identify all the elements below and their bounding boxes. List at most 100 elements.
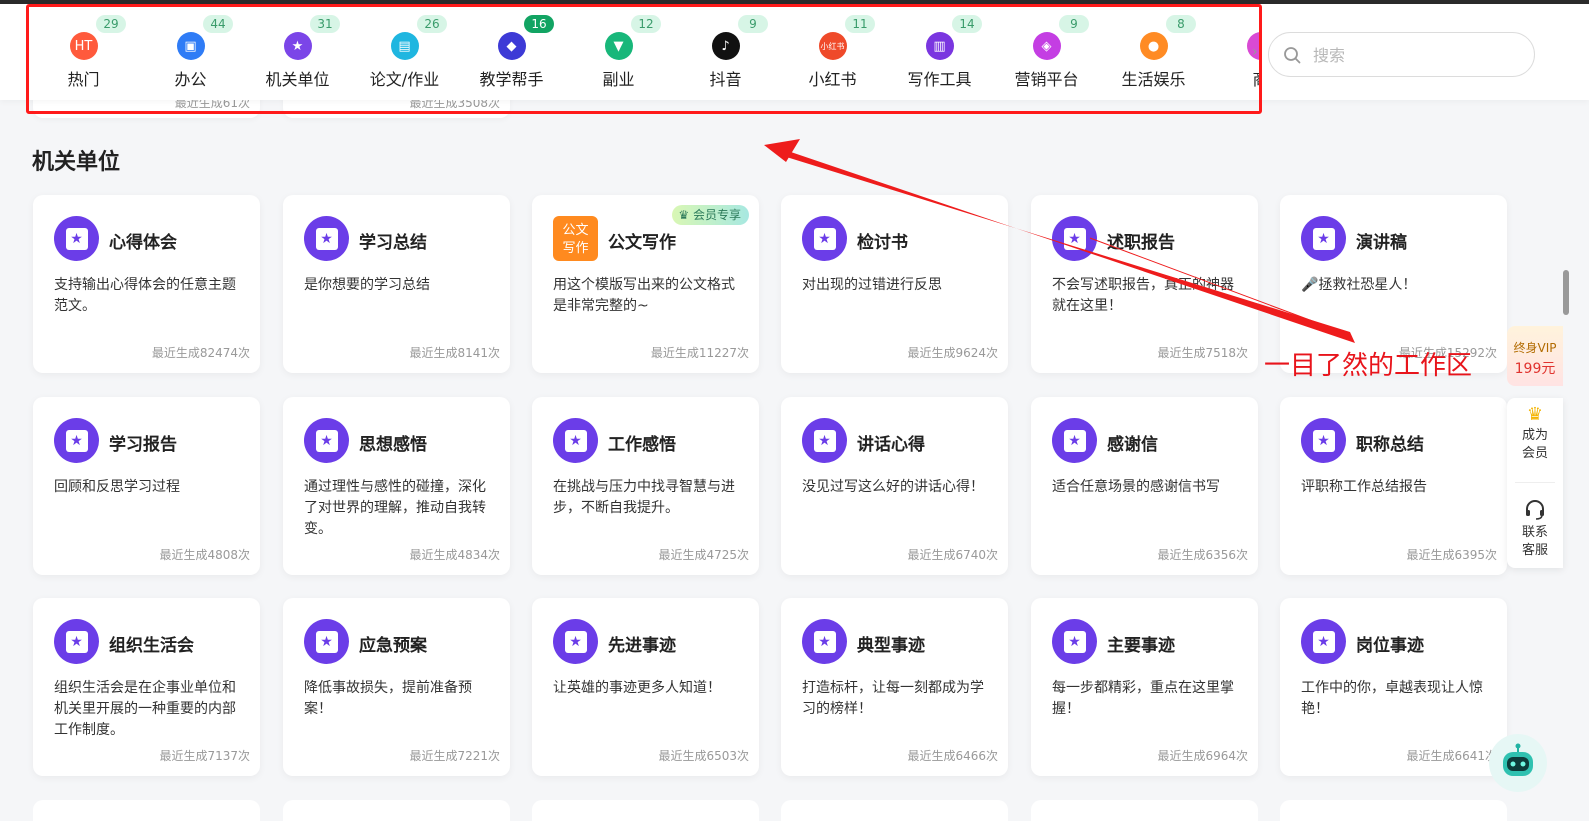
lifetime-vip-promo[interactable]: 终身VIP 199元 — [1507, 326, 1563, 386]
category-tab[interactable]: 16 ◆ 教学帮手 — [458, 8, 565, 100]
card-usage-count: 最近生成9624次 — [907, 346, 998, 360]
card-description: 不会写述职报告，真正的神器就在这里！ — [1052, 277, 1234, 314]
become-member-button[interactable]: ♛ 成为 会员 — [1507, 404, 1563, 463]
template-card[interactable]: ★ 讲话心得 没见过写这么好的讲话心得！ 最近生成6740次 — [781, 397, 1008, 575]
card-usage-count: 最近生成7221次 — [409, 749, 500, 763]
template-card[interactable]: ★ 检讨书 对出现的过错进行反思 最近生成9624次 — [781, 195, 1008, 373]
template-card[interactable]: 公文写作 公文写作 用这个模版写出来的公文格式是非常完整的~ 最近生成11227次 ♛ … — [532, 195, 759, 373]
template-card[interactable]: ★ 职称总结 评职称工作总结报告 最近生成6395次 — [1280, 397, 1507, 575]
card-description: 在挑战与压力中找寻智慧与进步，不断自我提升。 — [553, 479, 735, 516]
category-label: 教学帮手 — [479, 70, 544, 89]
category-count-badge: 12 — [631, 15, 661, 33]
paper-icon: ▤ — [390, 32, 419, 60]
star-badge-icon: ★ — [283, 32, 312, 60]
card-title: 先进事迹 — [608, 636, 676, 656]
card-usage-count: 最近生成8141次 — [409, 346, 500, 360]
star-badge-icon: ★ — [802, 216, 847, 261]
category-label: 热门 — [67, 70, 100, 89]
headset-icon — [1526, 500, 1544, 520]
robot-icon — [1503, 743, 1533, 776]
category-label: 小红书 — [808, 70, 857, 89]
category-count-badge: 29 — [96, 15, 126, 33]
template-card[interactable]: ★ 学习总结 是你想要的学习总结 最近生成8141次 — [283, 195, 510, 373]
category-count-badge: 26 — [417, 15, 447, 33]
card-usage-count: 最近生成6740次 — [907, 548, 998, 562]
category-tab[interactable]: 9 ◈ 营销平台 — [993, 8, 1100, 100]
template-card[interactable]: ★ 述职报告 不会写述职报告，真正的神器就在这里！ 最近生成7518次 — [1031, 195, 1258, 373]
become-member-label-1: 成为 — [1521, 428, 1548, 443]
card-title: 职称总结 — [1356, 435, 1424, 455]
scrollbar-thumb[interactable] — [1563, 270, 1569, 315]
contact-service-button[interactable]: 联系 客服 — [1507, 498, 1563, 560]
card-description: 没见过写这么好的讲话心得！ — [802, 479, 984, 495]
official-doc-icon: 公文写作 — [553, 216, 598, 261]
star-badge-icon: ★ — [304, 418, 349, 463]
template-card[interactable]: ★ 组织生活会 组织生活会是在企事业单位和机关里开展的一种重要的内部工作制度。 最近生… — [33, 598, 260, 776]
icon-text: 公文写作 — [562, 222, 589, 256]
card-title: 学习报告 — [109, 435, 177, 455]
briefcase-icon: ▣ — [176, 32, 205, 60]
card-title: 思想感悟 — [359, 435, 427, 455]
card-usage-count: 最近生成6641次 — [1406, 749, 1497, 763]
tag-icon: ◈ — [1032, 32, 1061, 60]
category-tab[interactable]: 29 HT 热门 — [30, 8, 137, 100]
category-tab[interactable]: 26 ▤ 论文/作业 — [351, 8, 458, 100]
template-card[interactable]: ★ 先进事迹 让英雄的事迹更多人知道！ 最近生成6503次 — [532, 598, 759, 776]
category-tab[interactable]: 9 ♪ 抖音 — [672, 8, 779, 100]
category-tab[interactable]: 11 小红书 小红书 — [779, 8, 886, 100]
template-card[interactable]: ★ 典型事迹 打造标杆，让每一刻都成为学习的榜样！ 最近生成6466次 — [781, 598, 1008, 776]
template-card[interactable]: ★ 应急预案 降低事故损失，提前准备预案！ 最近生成7221次 — [283, 598, 510, 776]
card-description: 打造标杆，让每一刻都成为学习的榜样！ — [802, 680, 984, 717]
template-card[interactable]: ★ 思想感悟 通过理性与感性的碰撞，深化了对世界的理解，推动自我转变。 最近生成483… — [283, 397, 510, 575]
category-label: 生活娱乐 — [1121, 70, 1186, 89]
annotation-text: 一目了然的工作区 — [1264, 351, 1473, 381]
template-card[interactable]: ★ 心得体会 支持输出心得体会的任意主题范文。 最近生成82474次 — [33, 195, 260, 373]
star-badge-icon: ★ — [1052, 619, 1097, 664]
category-count-badge: 9 — [738, 15, 768, 33]
template-card[interactable]: ★ 工作感悟 在挑战与压力中找寻智慧与进步，不断自我提升。 最近生成4725次 — [532, 397, 759, 575]
card-description: 让英雄的事迹更多人知道！ — [553, 680, 721, 696]
category-tab[interactable]: 31 ★ 机关单位 — [244, 8, 351, 100]
template-card[interactable]: ★ 岗位事迹 工作中的你，卓越表现让人惊艳！ 最近生成6641次 — [1280, 598, 1507, 776]
template-card[interactable]: ★ 学习报告 回顾和反思学习过程 最近生成4808次 — [33, 397, 260, 575]
card-title: 检讨书 — [857, 233, 908, 253]
card-title: 应急预案 — [359, 636, 427, 656]
category-tab[interactable]: 8 ● 生活娱乐 — [1100, 8, 1207, 100]
scroll-right-icon[interactable]: › — [1252, 44, 1258, 60]
member-only-badge: ♛ 会员专享 — [672, 205, 749, 225]
section-title: 机关单位 — [32, 150, 121, 175]
next-row-card — [781, 800, 1008, 821]
star-badge-icon: ★ — [1301, 216, 1346, 261]
template-card[interactable]: ★ 感谢信 适合任意场景的感谢信书写 最近生成6356次 — [1031, 397, 1258, 575]
category-tab[interactable]: 44 ▣ 办公 — [137, 8, 244, 100]
category-tab[interactable]: 14 ▥ 写作工具 — [886, 8, 993, 100]
star-badge-icon: ★ — [802, 418, 847, 463]
card-description: 🎤拯救社恐星人！ — [1301, 277, 1417, 293]
card-usage-count: 最近生成4834次 — [409, 548, 500, 562]
category-count-badge: 9 — [1059, 15, 1089, 33]
card-title: 感谢信 — [1107, 435, 1158, 455]
category-tab[interactable]: 12 ▼ 副业 — [565, 8, 672, 100]
card-usage-count: 最近生成4725次 — [658, 548, 749, 562]
ai-assistant-button[interactable] — [1489, 734, 1547, 792]
search-input[interactable] — [1313, 41, 1513, 69]
crown-icon: ♛ — [1526, 404, 1544, 425]
card-title: 组织生活会 — [109, 636, 194, 656]
category-label: 抖音 — [709, 70, 742, 89]
contact-service-label-1: 联系 — [1521, 525, 1548, 540]
card-usage-count: 最近生成82474次 — [151, 346, 250, 360]
card-title: 学习总结 — [359, 233, 427, 253]
card-description: 每一步都精彩，重点在这里掌握！ — [1052, 680, 1234, 717]
category-label: 副业 — [602, 70, 635, 89]
card-title: 述职报告 — [1107, 233, 1175, 253]
microphone-icon: ● — [1139, 32, 1168, 60]
card-description: 回顾和反思学习过程 — [54, 479, 180, 495]
star-badge-icon: ★ — [1052, 216, 1097, 261]
template-card[interactable]: ★ 主要事迹 每一步都精彩，重点在这里掌握！ 最近生成6964次 — [1031, 598, 1258, 776]
contact-service-label-2: 客服 — [1521, 543, 1548, 558]
search-icon — [1284, 47, 1301, 64]
category-list: 29 HT 热门 44 ▣ 办公 31 ★ 机关单位 26 ▤ 论文/作业 16 ◆ 教学帮手 12 ▼ 副业 9 ♪… — [30, 8, 1260, 100]
star-badge-icon: ★ — [54, 418, 99, 463]
star-badge-icon: ★ — [553, 418, 598, 463]
search-box[interactable] — [1268, 32, 1535, 77]
